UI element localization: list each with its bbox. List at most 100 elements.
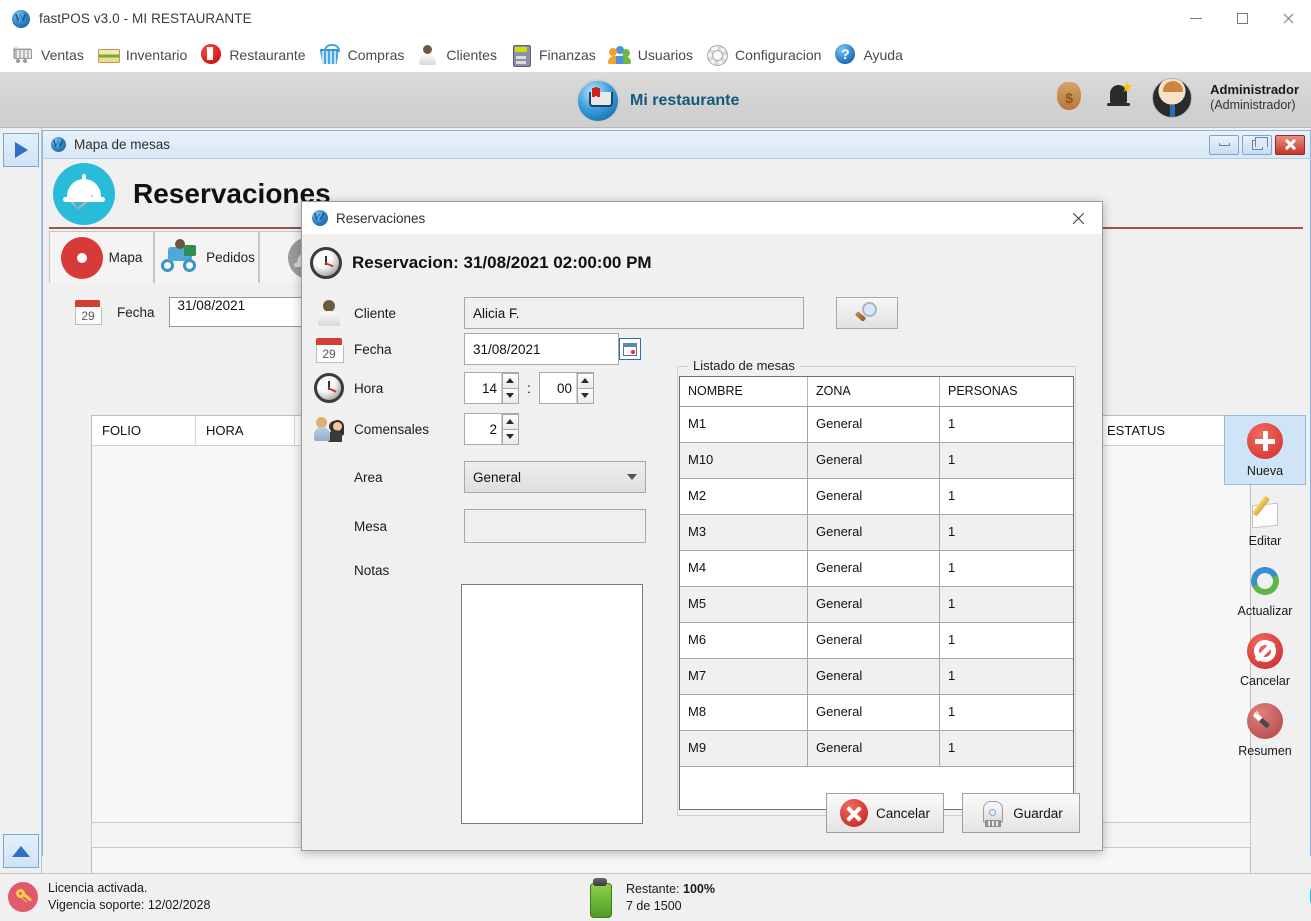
label-area: Area [354, 470, 464, 485]
mdi-minimize-button[interactable] [1209, 135, 1239, 155]
hours-value[interactable]: 14 [465, 373, 501, 403]
menu-item-restaurante[interactable]: Restaurante [195, 40, 312, 70]
calendar-day: 29 [317, 347, 341, 361]
table-row[interactable]: M4General1 [680, 551, 1073, 587]
table-cell: 1 [940, 515, 1073, 550]
label-mesa: Mesa [354, 519, 464, 534]
menu-item-usuarios[interactable]: Usuarios [604, 40, 700, 70]
table-cell: M2 [680, 479, 808, 514]
money-bag-icon[interactable] [1052, 78, 1086, 118]
menu-item-finanzas[interactable]: Finanzas [505, 40, 603, 70]
table-row[interactable]: M1General1 [680, 407, 1073, 443]
table-row[interactable]: M7General1 [680, 659, 1073, 695]
tab-mapa[interactable]: Mapa [49, 231, 154, 283]
dialog-titlebar: Reservaciones [302, 202, 1102, 235]
hours-increment-button[interactable] [502, 373, 519, 389]
column-header-nombre[interactable]: NOMBRE [680, 377, 808, 406]
table-cell: General [808, 587, 940, 622]
menu-label: Clientes [446, 47, 497, 63]
rail-button-editar[interactable]: Editar [1224, 485, 1306, 555]
app-root: fastPOS v3.0 - MI RESTAURANTE Ventas Inv… [0, 0, 1311, 921]
column-header-folio[interactable]: FOLIO [92, 416, 196, 446]
mdi-close-button[interactable] [1275, 135, 1305, 155]
mdi-restore-button[interactable] [1242, 135, 1272, 155]
dome-stem [82, 174, 86, 180]
window-maximize-button[interactable] [1219, 0, 1265, 38]
calculator-icon [509, 44, 533, 66]
user-avatar[interactable] [1152, 78, 1192, 118]
chevron-down-icon [627, 474, 637, 480]
cart-logo-icon [576, 79, 620, 123]
rail-button-cancelar[interactable]: Cancelar [1224, 625, 1306, 695]
table-row[interactable]: M3General1 [680, 515, 1073, 551]
remaining-line: Restante: 100% [626, 881, 715, 898]
label-hora: Hora [354, 381, 464, 396]
mesas-grid[interactable]: NOMBRE ZONA PERSONAS M1General1M10Genera… [679, 376, 1074, 810]
close-icon [1284, 138, 1297, 151]
label-fecha: Fecha [354, 342, 464, 357]
spinner-hours[interactable]: 14 [464, 372, 519, 404]
table-row[interactable]: M10General1 [680, 443, 1073, 479]
tab-pedidos[interactable]: Pedidos [154, 231, 259, 283]
dialog-close-button[interactable] [1060, 203, 1096, 233]
table-row[interactable]: M2General1 [680, 479, 1073, 515]
action-rail: Nueva Editar Actualizar Cancelar Resumen [1224, 415, 1306, 765]
menu-item-clientes[interactable]: Clientes [412, 40, 504, 70]
comensales-value[interactable]: 2 [465, 414, 501, 444]
spinner-minutes[interactable]: 00 [539, 372, 594, 404]
field-row-notas: Notas [314, 555, 464, 585]
window-minimize-button[interactable] [1173, 0, 1219, 38]
save-usb-icon [979, 799, 1005, 827]
table-cell: General [808, 443, 940, 478]
column-header-zona[interactable]: ZONA [808, 377, 940, 406]
input-fecha[interactable]: 31/08/2021 [464, 333, 619, 365]
mdi-window-mapa-de-mesas: Mapa de mesas Reservaciones [42, 130, 1311, 856]
minutes-decrement-button[interactable] [577, 388, 594, 404]
column-header-hora[interactable]: HORA [196, 416, 295, 446]
check-mark [71, 194, 93, 209]
rail-label: Resumen [1238, 744, 1292, 758]
minutes-value[interactable]: 00 [540, 373, 576, 403]
menu-item-ventas[interactable]: Ventas [7, 40, 91, 70]
table-row[interactable]: M9General1 [680, 731, 1073, 767]
dialog-title: Reservaciones [336, 211, 425, 226]
comensales-decrement-button[interactable] [502, 429, 519, 445]
dialog-buttons: Cancelar Guardar [826, 793, 1080, 833]
menu-item-inventario[interactable]: Inventario [92, 40, 194, 70]
table-row[interactable]: M8General1 [680, 695, 1073, 731]
rail-button-actualizar[interactable]: Actualizar [1224, 555, 1306, 625]
cliente-search-button[interactable] [836, 297, 898, 329]
spinner-comensales[interactable]: 2 [464, 413, 519, 445]
dock-collapse-button[interactable] [3, 834, 39, 868]
plus-circle-icon [1247, 423, 1283, 459]
license-line-2: Vigencia soporte: 12/02/2028 [48, 897, 210, 914]
table-row[interactable]: M5General1 [680, 587, 1073, 623]
input-mesa[interactable] [464, 509, 646, 543]
select-area[interactable]: General [464, 461, 646, 493]
tab-label: Mapa [109, 250, 143, 265]
close-icon [1282, 12, 1295, 25]
calendar-picker-button[interactable] [619, 338, 641, 360]
save-button[interactable]: Guardar [962, 793, 1080, 833]
table-row[interactable]: M6General1 [680, 623, 1073, 659]
chevron-down-icon [506, 393, 514, 398]
window-close-button[interactable] [1265, 0, 1311, 38]
hours-decrement-button[interactable] [502, 388, 519, 404]
remaining-value: 100% [683, 882, 715, 896]
minutes-increment-button[interactable] [577, 373, 594, 389]
column-header-personas[interactable]: PERSONAS [940, 377, 1073, 406]
cancel-button[interactable]: Cancelar [826, 793, 944, 833]
comensales-increment-button[interactable] [502, 414, 519, 430]
menu-item-compras[interactable]: Compras [314, 40, 412, 70]
rail-button-nueva[interactable]: Nueva [1224, 415, 1306, 485]
input-cliente[interactable]: Alicia F. [464, 297, 804, 329]
notification-bell-icon[interactable] [1104, 79, 1134, 117]
textarea-notas[interactable] [461, 584, 643, 824]
dock-expand-button[interactable] [3, 133, 39, 167]
close-icon [1071, 211, 1086, 226]
menu-item-ayuda[interactable]: Ayuda [829, 40, 909, 70]
area-icon-placeholder [314, 462, 344, 492]
rail-button-resumen[interactable]: Resumen [1224, 695, 1306, 765]
menu-item-configuracion[interactable]: Configuracion [701, 40, 828, 70]
table-cell: M4 [680, 551, 808, 586]
